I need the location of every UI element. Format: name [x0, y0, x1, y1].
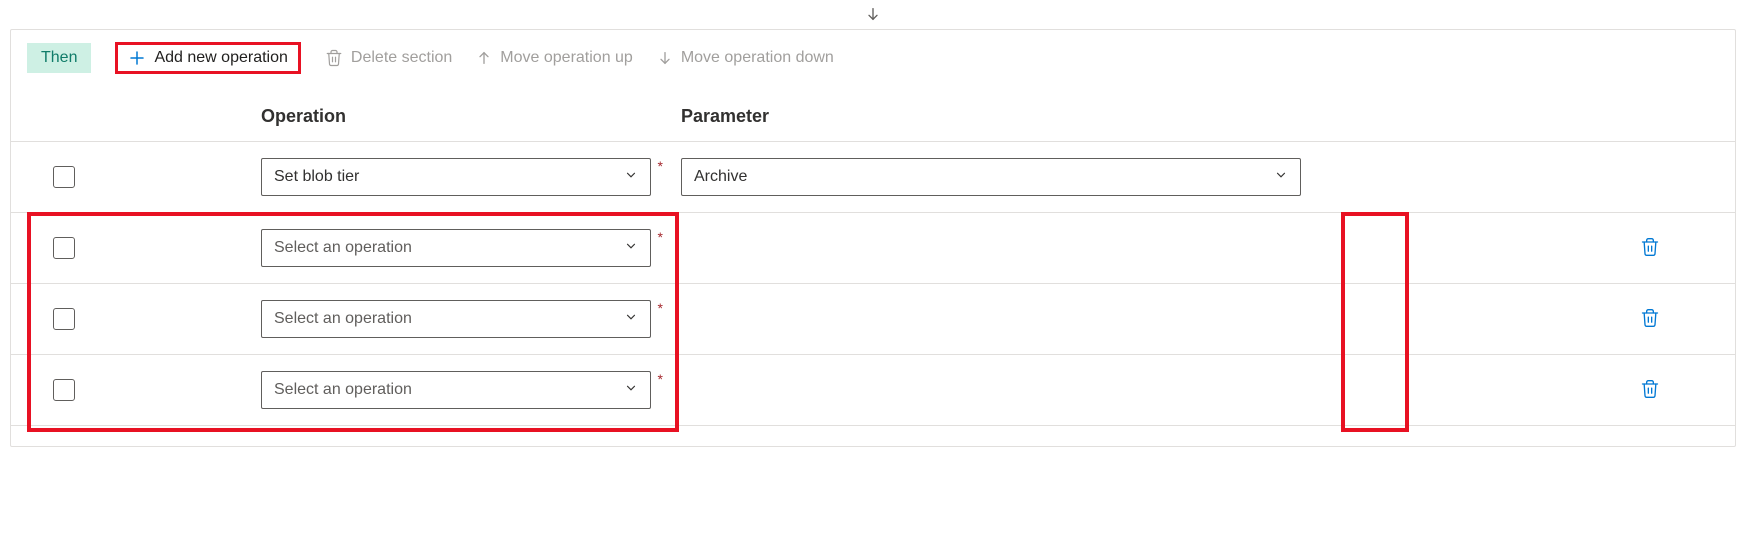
trash-icon — [325, 49, 343, 67]
add-new-operation-button[interactable]: Add new operation — [128, 49, 287, 67]
operation-select[interactable]: Select an operation — [261, 300, 651, 338]
row-checkbox[interactable] — [53, 166, 75, 188]
move-down-label: Move operation down — [681, 49, 834, 67]
delete-section-label: Delete section — [351, 49, 452, 67]
operation-select-value: Select an operation — [274, 239, 412, 257]
parameter-select[interactable]: Archive — [681, 158, 1301, 196]
chevron-down-icon — [624, 381, 638, 400]
move-up-label: Move operation up — [500, 49, 633, 67]
trash-icon — [1640, 308, 1660, 331]
operation-select[interactable]: Select an operation — [261, 229, 651, 267]
operation-row: Set blob tier * Archive — [11, 142, 1735, 213]
header-parameter: Parameter — [681, 106, 1635, 127]
required-asterisk: * — [658, 300, 663, 316]
operation-select[interactable]: Set blob tier — [261, 158, 651, 196]
header-operation: Operation — [261, 106, 681, 127]
required-asterisk: * — [658, 229, 663, 245]
operation-select-value: Select an operation — [274, 381, 412, 399]
operation-select-value: Set blob tier — [274, 168, 359, 186]
chevron-down-icon — [624, 310, 638, 329]
parameter-select-value: Archive — [694, 168, 747, 186]
row-delete-button[interactable] — [1635, 375, 1665, 405]
chevron-down-icon — [624, 168, 638, 187]
row-delete-button[interactable] — [1635, 304, 1665, 334]
required-asterisk: * — [658, 371, 663, 387]
operation-select[interactable]: Select an operation — [261, 371, 651, 409]
operation-row: Select an operation * — [11, 213, 1735, 284]
chevron-down-icon — [1274, 168, 1288, 187]
operation-row: Select an operation * — [11, 284, 1735, 355]
row-checkbox[interactable] — [53, 379, 75, 401]
delete-section-button: Delete section — [325, 49, 452, 67]
move-operation-down-button: Move operation down — [657, 49, 834, 67]
chevron-down-icon — [624, 239, 638, 258]
plus-icon — [128, 49, 146, 67]
column-headers: Operation Parameter — [11, 86, 1735, 142]
then-badge: Then — [27, 43, 91, 73]
row-delete-button[interactable] — [1635, 233, 1665, 263]
required-asterisk: * — [658, 158, 663, 174]
row-checkbox[interactable] — [53, 308, 75, 330]
operation-select-value: Select an operation — [274, 310, 412, 328]
trash-icon — [1640, 237, 1660, 260]
annotation-add-button: Add new operation — [115, 42, 300, 74]
flow-arrow-down — [0, 0, 1746, 29]
operation-row: Select an operation * — [11, 355, 1735, 426]
section-toolbar: Then Add new operation Delete section Mo… — [11, 30, 1735, 86]
arrow-up-icon — [476, 50, 492, 66]
add-new-operation-label: Add new operation — [154, 49, 287, 67]
arrow-down-icon — [657, 50, 673, 66]
trash-icon — [1640, 379, 1660, 402]
operations-rows: Set blob tier * Archive — [11, 142, 1735, 426]
row-checkbox[interactable] — [53, 237, 75, 259]
then-section-panel: Then Add new operation Delete section Mo… — [10, 29, 1736, 447]
move-operation-up-button: Move operation up — [476, 49, 633, 67]
